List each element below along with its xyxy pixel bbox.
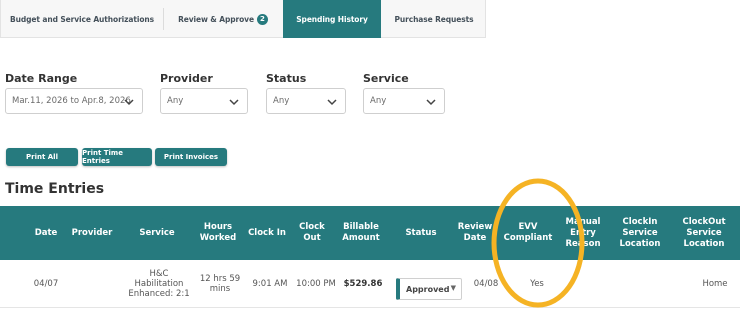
cell-clock-in: 9:01 AM [252, 279, 288, 289]
cell-provider [66, 260, 118, 308]
tab-bar: Budget and Service Authorizations Review… [0, 0, 486, 38]
header-provider[interactable]: Provider [66, 206, 118, 260]
tab-label: Budget and Service Authorizations [10, 14, 154, 24]
cell-manual-entry-reason [564, 260, 608, 308]
tab-budget-and-service-authorizations[interactable]: Budget and Service Authorizations [1, 0, 163, 38]
cell-billable-amount: $529.86 [343, 279, 383, 289]
cell-review-date: 04/08 [473, 279, 499, 289]
header-clockin-service-location[interactable]: ClockIn Service Location [612, 206, 668, 260]
header-hours-worked[interactable]: Hours Worked [194, 206, 242, 260]
header-clock-out[interactable]: Clock Out [294, 206, 330, 260]
service-label: Service [363, 72, 409, 85]
cell-clock-out: 10:00 PM [296, 279, 336, 289]
cell-clockin-service-location [612, 260, 668, 308]
header-billable-amount[interactable]: Billable Amount [336, 206, 386, 260]
print-time-entries-button[interactable]: Print Time Entries [82, 148, 152, 166]
tab-spending-history[interactable]: Spending History [283, 0, 381, 38]
header-evv-compliant[interactable]: EVV Compliant [500, 206, 556, 260]
date-range-label: Date Range [5, 72, 78, 85]
provider-label: Provider [160, 72, 213, 85]
provider-value: Any [167, 96, 184, 106]
tab-purchase-requests[interactable]: Purchase Requests [382, 0, 486, 38]
tab-review-approve[interactable]: Review & Approve 2 [164, 0, 282, 38]
header-review-date[interactable]: Review Date [454, 206, 496, 260]
header-date[interactable]: Date [28, 206, 64, 260]
date-range-value: Mar.11, 2026 to Apr.8, 2026 [12, 96, 131, 106]
cell-evv-compliant: Yes [530, 279, 544, 289]
service-value: Any [370, 96, 387, 106]
table-row[interactable]: 04/07 H&C Habilitation Enhanced: 2:1 12 … [0, 260, 740, 308]
cell-service: H&C Habilitation Enhanced: 2:1 [128, 269, 190, 299]
cell-date: 04/07 [33, 279, 59, 289]
header-service[interactable]: Service [132, 206, 182, 260]
header-clock-in[interactable]: Clock In [244, 206, 290, 260]
print-invoices-button[interactable]: Print Invoices [155, 148, 227, 166]
tab-label: Spending History [296, 14, 368, 24]
status-select[interactable]: Any [266, 88, 346, 114]
chevron-down-icon [124, 99, 134, 106]
date-range-select[interactable]: Mar.11, 2026 to Apr.8, 2026 [5, 88, 143, 114]
review-count-badge: 2 [256, 13, 268, 25]
row-status-value: Approved [406, 284, 450, 294]
table-header: Date Provider Service Hours Worked Clock… [0, 206, 740, 260]
header-status[interactable]: Status [398, 206, 444, 260]
tab-label: Review & Approve [178, 14, 254, 24]
chevron-down-icon [426, 99, 436, 106]
chevron-down-icon [229, 99, 239, 106]
print-all-button[interactable]: Print All [6, 148, 78, 166]
cell-hours-worked: 12 hrs 59 mins [199, 274, 241, 294]
provider-select[interactable]: Any [160, 88, 248, 114]
header-clockout-service-location[interactable]: ClockOut Service Location [674, 206, 734, 260]
tab-label: Purchase Requests [394, 14, 474, 24]
header-manual-entry-reason[interactable]: Manual Entry Reason [560, 206, 606, 260]
row-status-select[interactable]: Approved ▼ [396, 278, 462, 300]
service-select[interactable]: Any [363, 88, 445, 114]
cell-clockout-service-location: Home [702, 279, 728, 289]
chevron-down-icon [327, 99, 337, 106]
status-label: Status [266, 72, 307, 85]
status-value: Any [273, 96, 290, 106]
caret-down-icon: ▼ [450, 284, 456, 292]
section-title: Time Entries [5, 181, 105, 197]
